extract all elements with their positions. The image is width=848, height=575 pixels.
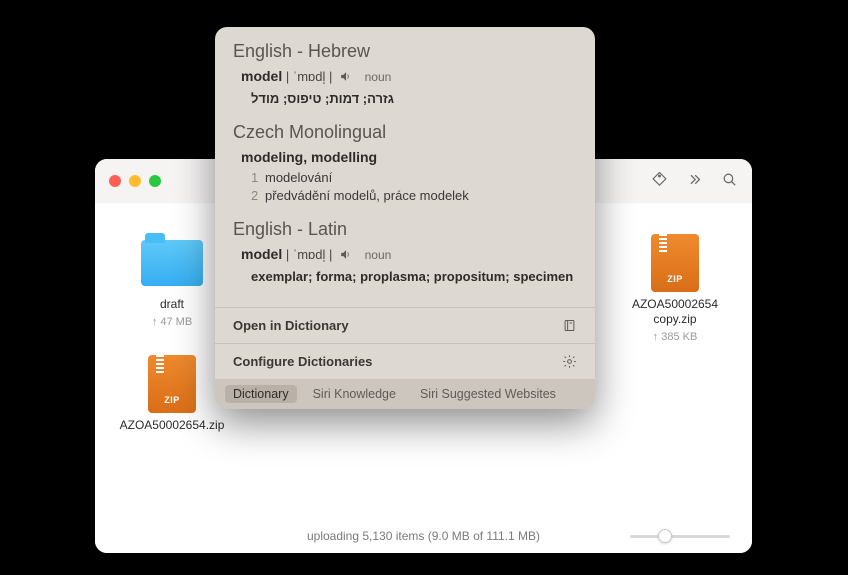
dict-section-czech: Czech Monolingual modeling, modelling 1m… (233, 122, 577, 205)
file-name: AZOA50002654 copy.zip (622, 297, 728, 327)
audio-icon[interactable] (339, 70, 352, 86)
folder-icon (141, 240, 203, 286)
dict-headword: modeling, modelling (241, 149, 577, 165)
file-item-zip[interactable]: AZOA50002654.zip (119, 354, 225, 433)
icon-size-slider[interactable] (630, 529, 730, 543)
tab-siri-sites[interactable]: Siri Suggested Websites (420, 387, 556, 401)
file-item-folder[interactable]: draft ↑ 47 MB (119, 233, 225, 328)
dictionary-app-icon (562, 318, 577, 333)
toolbar-tags-icon[interactable] (651, 171, 668, 191)
slider-track (630, 535, 730, 538)
dict-source-title: English - Latin (233, 219, 577, 240)
tab-siri-knowledge[interactable]: Siri Knowledge (313, 387, 396, 401)
dict-definition: exemplar; forma; proplasma; propositum; … (251, 268, 577, 286)
file-item-zip-copy[interactable]: AZOA50002654 copy.zip ↑ 385 KB (622, 233, 728, 343)
dict-source-title: Czech Monolingual (233, 122, 577, 143)
upload-status-text: uploading 5,130 items (9.0 MB of 111.1 M… (307, 529, 540, 543)
file-name: draft (160, 297, 184, 312)
configure-dictionaries-button[interactable]: Configure Dictionaries (215, 344, 595, 379)
gear-icon (562, 354, 577, 369)
zip-icon (651, 234, 699, 292)
dict-definition: גזרה; דמות; טיפוס; מודל (251, 90, 577, 108)
file-meta: ↑ 47 MB (152, 316, 192, 328)
dict-headline: model | ˈmɒdl̩ | noun (233, 246, 577, 264)
dict-section-hebrew: English - Hebrew model | ˈmɒdl̩ | noun ג… (233, 41, 577, 108)
tab-dictionary[interactable]: Dictionary (225, 385, 297, 403)
file-meta: ↑ 385 KB (653, 331, 698, 343)
zip-icon (148, 355, 196, 413)
traffic-light-minimize-icon[interactable] (129, 175, 141, 187)
dict-sense-list: 1modelování 2předvádění modelů, práce mo… (251, 169, 577, 205)
slider-knob[interactable] (658, 529, 672, 543)
dict-source-title: English - Hebrew (233, 41, 577, 62)
traffic-light-close-icon[interactable] (109, 175, 121, 187)
toolbar-search-icon[interactable] (721, 171, 738, 191)
popover-source-tabs: Dictionary Siri Knowledge Siri Suggested… (215, 379, 595, 409)
toolbar-more-icon[interactable] (686, 171, 703, 191)
audio-icon[interactable] (339, 248, 352, 264)
traffic-light-zoom-icon[interactable] (149, 175, 161, 187)
file-name: AZOA50002654.zip (120, 418, 225, 433)
dictionary-popover: English - Hebrew model | ˈmɒdl̩ | noun ג… (215, 27, 595, 409)
open-in-dictionary-button[interactable]: Open in Dictionary (215, 308, 595, 344)
dict-headline: model | ˈmɒdl̩ | noun (233, 68, 577, 86)
dict-section-latin: English - Latin model | ˈmɒdl̩ | noun ex… (233, 219, 577, 286)
